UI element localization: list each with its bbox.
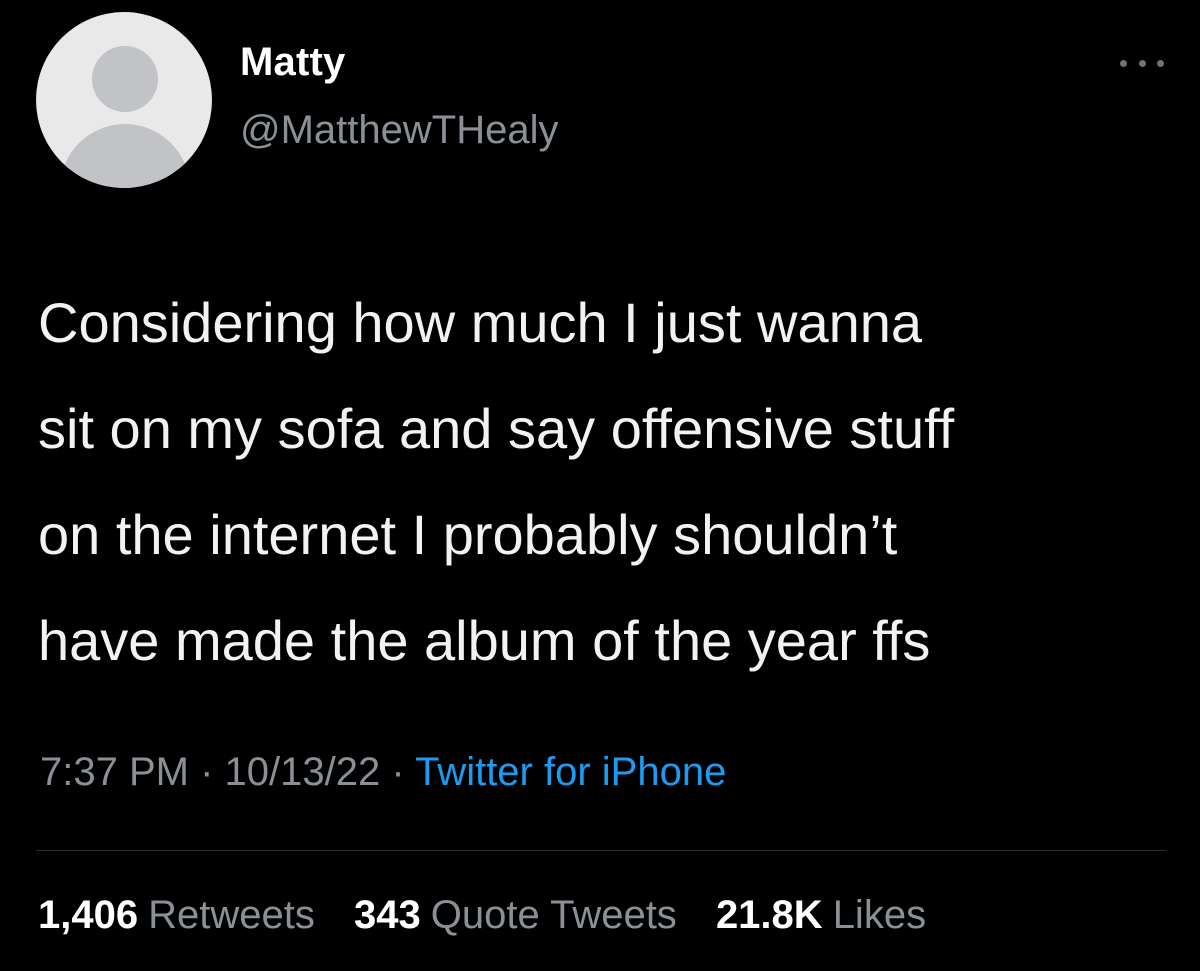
more-dot (1120, 59, 1127, 67)
tweet-text-line: have made the album of the year ffs (38, 609, 931, 672)
tweet-stats: 1,406 Retweets 343 Quote Tweets 21.8K Likes (38, 893, 954, 938)
default-avatar-icon (92, 46, 158, 112)
likes-label: Likes (832, 893, 927, 937)
display-name[interactable]: Matty (240, 40, 345, 85)
quote-tweets-count: 343 (353, 893, 421, 937)
tweet-text: Considering how much I just wanna sit on… (38, 270, 1178, 694)
more-horizontal-icon[interactable] (1120, 58, 1164, 68)
divider (36, 850, 1166, 851)
default-avatar-body (60, 124, 190, 188)
meta-separator: · (391, 750, 416, 794)
more-dot (1138, 59, 1146, 67)
user-handle[interactable]: @MatthewTHealy (240, 108, 558, 153)
quote-tweets-stat[interactable]: 343 Quote Tweets (354, 893, 677, 938)
tweet-date[interactable]: 10/13/22 (225, 750, 381, 794)
quote-tweets-label: Quote Tweets (430, 893, 677, 937)
tweet-text-line: on the internet I probably shouldn’t (38, 503, 898, 566)
tweet-text-line: Considering how much I just wanna (38, 291, 923, 354)
tweet-text-line: sit on my sofa and say offensive stuff (38, 397, 955, 460)
tweet-meta: 7:37 PM · 10/13/22 · Twitter for iPhone (40, 750, 726, 795)
avatar[interactable] (36, 12, 212, 188)
retweets-count: 1,406 (38, 893, 139, 937)
tweet-time[interactable]: 7:37 PM (40, 750, 189, 794)
retweets-label: Retweets (148, 893, 315, 937)
likes-count: 21.8K (715, 893, 823, 937)
tweet-card: Matty @MatthewTHealy Considering how muc… (0, 0, 1200, 971)
more-dot (1157, 59, 1164, 67)
tweet-source-link[interactable]: Twitter for iPhone (415, 750, 726, 794)
retweets-stat[interactable]: 1,406 Retweets (38, 893, 315, 938)
likes-stat[interactable]: 21.8K Likes (716, 893, 926, 938)
meta-separator: · (200, 750, 225, 794)
